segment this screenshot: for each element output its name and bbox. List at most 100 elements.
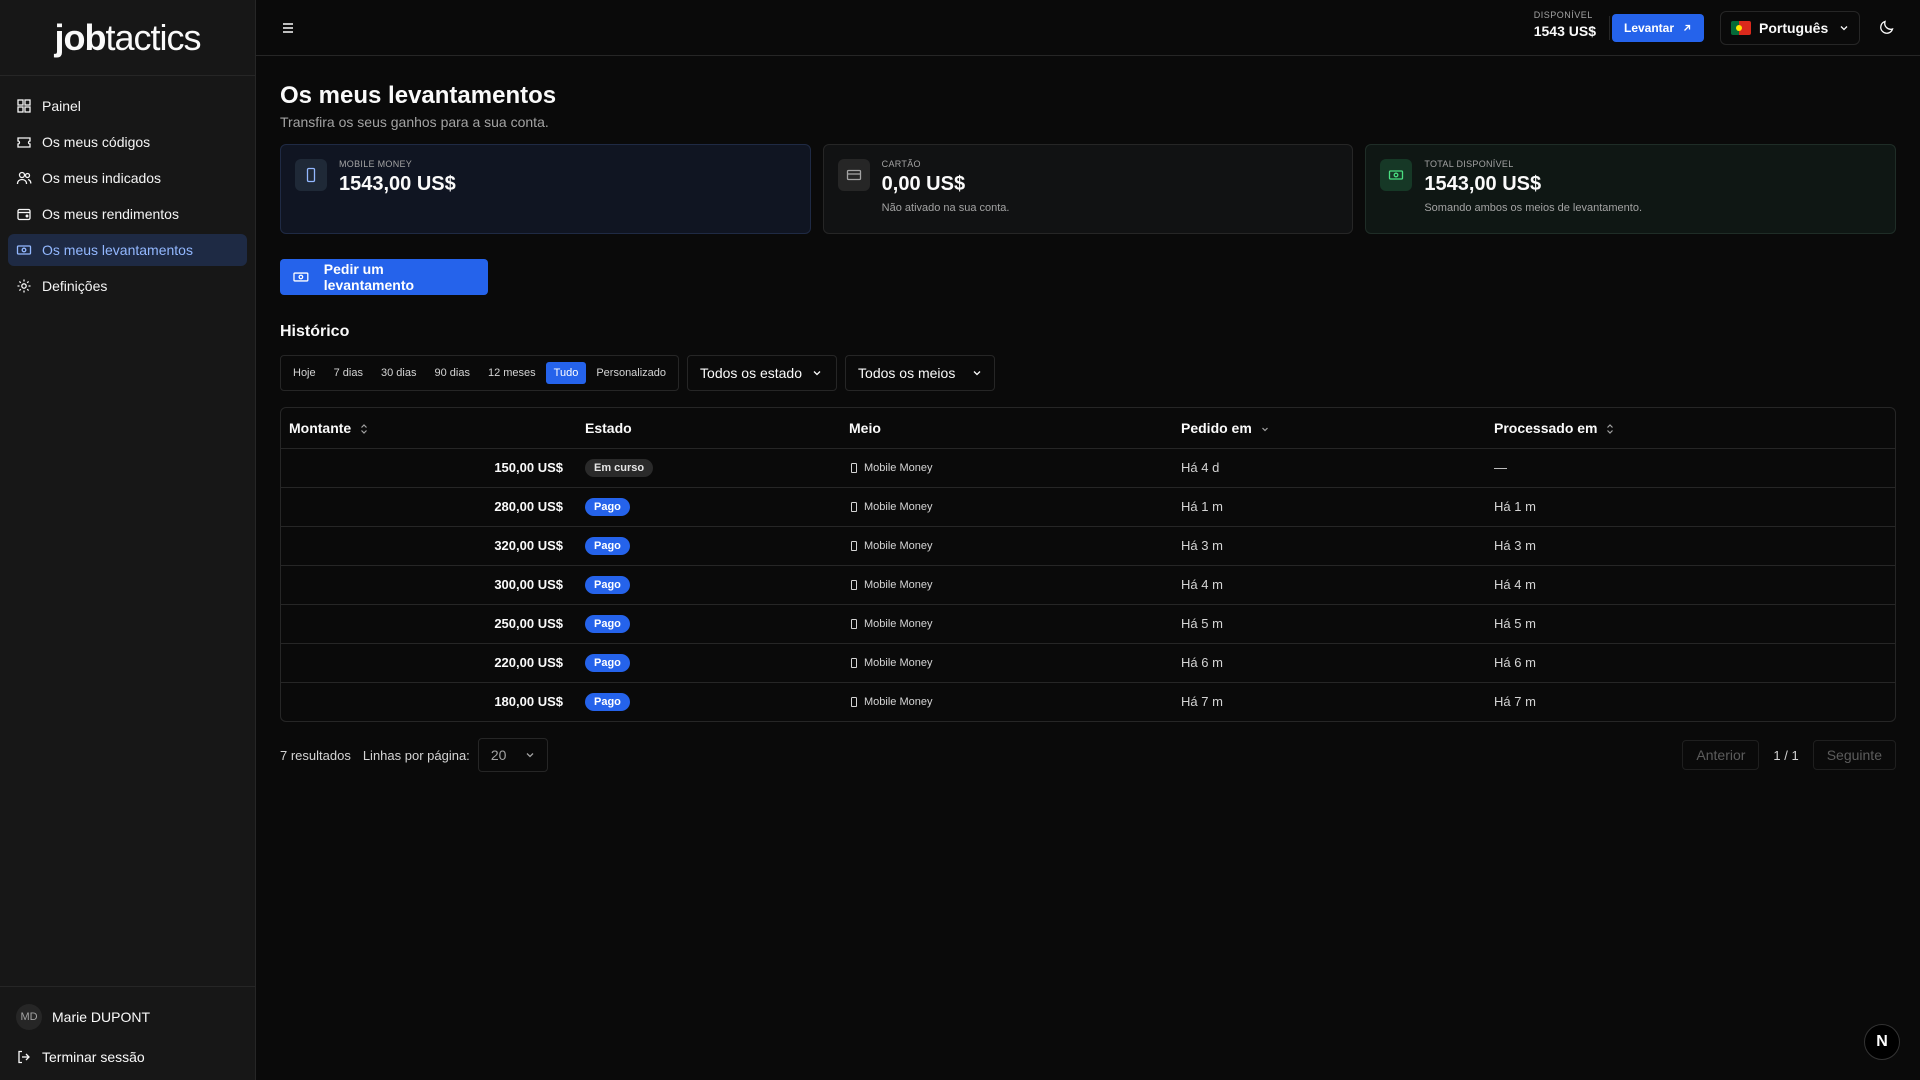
column-requested[interactable]: Pedido em <box>1173 408 1486 449</box>
credit-card-icon <box>846 169 861 181</box>
status-badge: Pago <box>585 653 630 672</box>
chevron-down-icon <box>973 371 981 376</box>
row-method-cell: Mobile Money <box>841 526 1173 566</box>
row-status-cell: Pago <box>577 565 841 605</box>
portugal-flag-icon <box>1731 21 1751 35</box>
row-amount: 220,00 US$ <box>281 643 577 683</box>
range-7-days[interactable]: 7 dias <box>326 362 371 384</box>
column-processed[interactable]: Processado em <box>1486 408 1895 449</box>
previous-page-button[interactable]: Anterior <box>1682 740 1760 770</box>
rows-per-page-label: Linhas por página: <box>362 747 470 763</box>
sidebar-item-definicoes[interactable]: Definições <box>8 270 247 302</box>
table-row: 280,00 US$ Pago Mobile Money Há 1 m Há 1 m <box>281 487 1895 527</box>
method-filter-value: Todos os meios <box>858 365 956 381</box>
status-badge: Pago <box>585 497 630 516</box>
row-requested: Há 4 d <box>1173 448 1486 488</box>
page-title: Os meus levantamentos <box>280 82 557 109</box>
user-profile[interactable]: MD Marie DUPONT <box>8 1001 247 1033</box>
card-label: TOTAL DISPONÍVEL <box>1424 159 1514 169</box>
smartphone-icon <box>851 501 857 512</box>
pagination-controls: Anterior 1 / 1 Seguinte <box>1682 740 1896 770</box>
menu-icon[interactable] <box>278 18 298 38</box>
arrow-up-right-icon <box>1684 24 1691 31</box>
row-method-label: Mobile Money <box>864 500 933 513</box>
card-icon-wrap <box>1380 159 1413 191</box>
row-requested: Há 4 m <box>1173 565 1486 605</box>
card-label: CARTÃO <box>881 159 921 169</box>
history-title: Histórico <box>280 323 350 340</box>
row-requested: Há 6 m <box>1173 643 1486 683</box>
status-badge: Pago <box>585 575 630 594</box>
range-12-months[interactable]: 12 meses <box>480 362 544 384</box>
sidebar-item-painel[interactable]: Painel <box>8 90 247 122</box>
column-method: Meio <box>841 408 1173 449</box>
page-subtitle: Transfira os seus ganhos para a sua cont… <box>280 114 549 130</box>
row-method: Mobile Money <box>849 462 1165 474</box>
ticket-icon <box>17 137 31 148</box>
row-method-cell: Mobile Money <box>841 682 1173 721</box>
row-method-label: Mobile Money <box>864 539 933 552</box>
row-method-cell: Mobile Money <box>841 448 1173 488</box>
sidebar-nav: Painel Os meus códigos Os meus indicados… <box>0 76 255 320</box>
withdraw-button[interactable]: Levantar <box>1612 14 1704 42</box>
chevron-down-icon <box>1261 427 1268 432</box>
row-amount: 150,00 US$ <box>281 448 577 488</box>
method-filter-select[interactable]: Todos os meios <box>845 355 996 391</box>
sidebar-item-codigos[interactable]: Os meus códigos <box>8 126 247 158</box>
row-processed: Há 1 m <box>1486 487 1895 527</box>
row-method-label: Mobile Money <box>864 461 933 474</box>
card-icon-wrap <box>837 159 870 191</box>
language-select[interactable]: Português <box>1720 11 1860 45</box>
row-processed: — <box>1486 448 1895 488</box>
row-requested: Há 3 m <box>1173 526 1486 566</box>
topbar: DISPONÍVEL 1543 US$ Levantar Português <box>256 0 1920 56</box>
row-amount: 300,00 US$ <box>281 565 577 605</box>
range-30-days[interactable]: 30 dias <box>373 362 424 384</box>
banknote-icon <box>16 245 32 255</box>
next-page-button[interactable]: Seguinte <box>1812 740 1896 770</box>
logo[interactable]: jobtactics <box>54 17 201 59</box>
rows-per-page-select[interactable]: 20 <box>477 738 548 772</box>
logout-button[interactable]: Terminar sessão <box>8 1041 247 1073</box>
smartphone-icon <box>851 657 857 668</box>
column-status: Estado <box>577 408 841 449</box>
date-range-group: Hoje 7 dias 30 dias 90 dias 12 meses Tud… <box>280 355 680 391</box>
range-90-days[interactable]: 90 dias <box>426 362 477 384</box>
table-row: 150,00 US$ Em curso Mobile Money Há 4 d — <box>281 448 1895 488</box>
row-requested: Há 5 m <box>1173 604 1486 644</box>
row-method-label: Mobile Money <box>864 578 933 591</box>
logout-icon <box>18 1050 30 1064</box>
results-count: 7 resultados <box>280 747 351 763</box>
page-info: 1 / 1 <box>1773 747 1799 763</box>
avatar: MD <box>16 1004 42 1030</box>
floating-n-badge[interactable]: N <box>1864 1024 1900 1060</box>
range-all[interactable]: Tudo <box>545 362 587 384</box>
request-withdrawal-button[interactable]: Pedir um levantamento <box>280 259 488 295</box>
sidebar-item-rendimentos[interactable]: Os meus rendimentos <box>8 198 247 230</box>
range-custom[interactable]: Personalizado <box>588 362 674 384</box>
logout-label: Terminar sessão <box>42 1049 145 1065</box>
sidebar-item-indicados[interactable]: Os meus indicados <box>8 162 247 194</box>
range-today[interactable]: Hoje <box>285 362 324 384</box>
row-method-label: Mobile Money <box>864 656 933 669</box>
row-method: Mobile Money <box>849 501 1165 513</box>
sidebar: jobtactics Painel Os meus códigos Os meu… <box>0 0 256 1080</box>
dashboard-icon <box>17 99 31 113</box>
status-filter-select[interactable]: Todos os estados <box>687 355 838 391</box>
sort-icon <box>1607 424 1614 434</box>
sidebar-item-levantamentos[interactable]: Os meus levantamentos <box>8 234 247 266</box>
row-status-cell: Pago <box>577 604 841 644</box>
card-label: MOBILE MONEY <box>339 159 413 169</box>
column-amount[interactable]: Montante <box>281 408 577 449</box>
pagination: 7 resultados Linhas por página: 20 Anter… <box>280 738 1896 772</box>
moon-icon[interactable] <box>1878 18 1896 36</box>
row-processed: Há 7 m <box>1494 694 1536 710</box>
sort-icon <box>361 424 368 434</box>
table-body: 150,00 US$ Em curso Mobile Money Há 4 d —280… <box>281 448 1895 721</box>
card-note: Somando ambos os meios de levantamento. <box>1424 202 1643 214</box>
chevron-down-icon <box>526 753 534 758</box>
row-status-cell: Pago <box>577 643 841 683</box>
row-method: Mobile Money <box>849 696 1165 708</box>
row-amount: 250,00 US$ <box>281 604 577 644</box>
row-method: Mobile Money <box>849 579 1165 591</box>
